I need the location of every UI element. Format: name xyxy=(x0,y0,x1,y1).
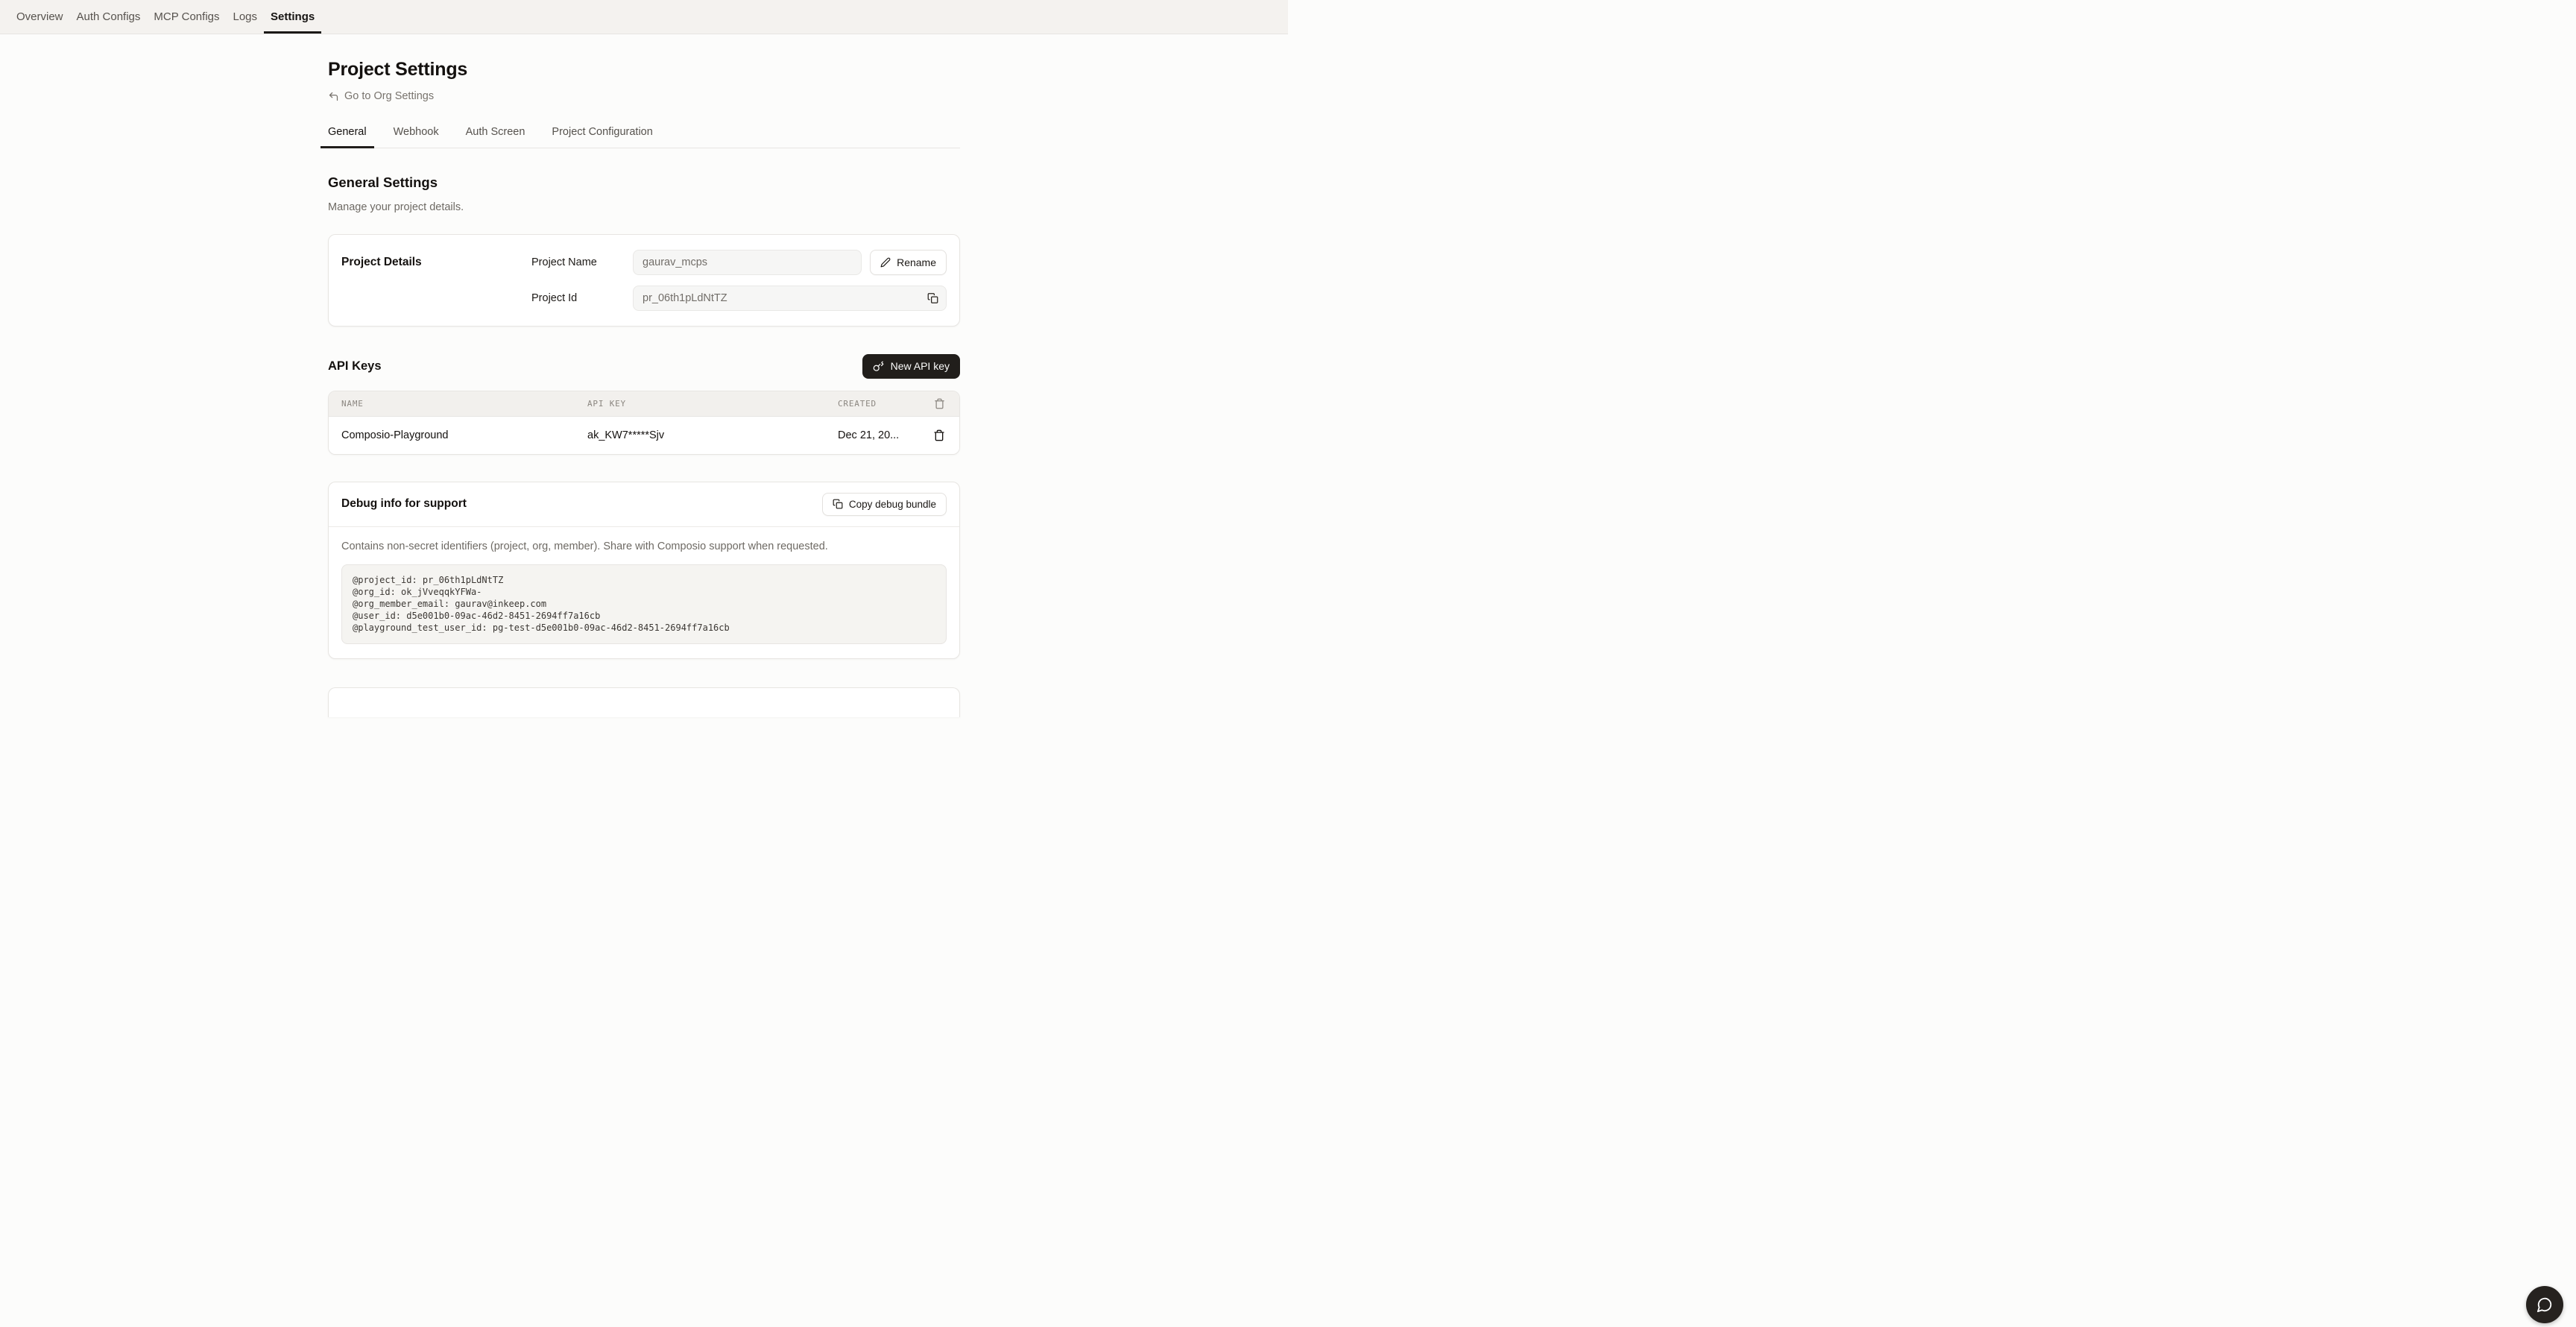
corner-up-left-icon xyxy=(328,91,339,102)
general-settings-heading: General Settings xyxy=(328,174,960,191)
project-name-label: Project Name xyxy=(531,256,633,268)
next-section-card-partial xyxy=(328,687,960,717)
project-details-fields: Project Name gaurav_mcps Rename Project … xyxy=(531,250,947,311)
debug-info-card: Debug info for support Copy debug bundle… xyxy=(328,482,960,659)
project-id-row: Project Id pr_06th1pLdNtTZ xyxy=(531,286,947,311)
tab-auth-screen[interactable]: Auth Screen xyxy=(458,126,533,148)
project-details-heading: Project Details xyxy=(341,250,531,311)
project-id-input[interactable]: pr_06th1pLdNtTZ xyxy=(633,286,947,311)
project-name-input[interactable]: gaurav_mcps xyxy=(633,250,862,275)
api-key-row: Composio-Playground ak_KW7*****Sjv Dec 2… xyxy=(329,417,959,454)
settings-tabs: General Webhook Auth Screen Project Conf… xyxy=(321,126,960,148)
api-keys-table: NAME API KEY CREATED Composio-Playground xyxy=(328,391,960,455)
general-settings-subheading: Manage your project details. xyxy=(328,201,960,213)
key-icon xyxy=(873,361,884,372)
tab-project-configuration[interactable]: Project Configuration xyxy=(544,126,660,148)
column-header-created: CREATED xyxy=(838,399,929,409)
project-id-value: pr_06th1pLdNtTZ xyxy=(643,292,727,304)
debug-info-header: Debug info for support Copy debug bundle xyxy=(329,482,959,527)
nav-tab-logs[interactable]: Logs xyxy=(227,0,265,34)
trash-icon xyxy=(934,398,945,409)
api-keys-table-header: NAME API KEY CREATED xyxy=(329,391,959,417)
go-to-org-settings-label: Go to Org Settings xyxy=(344,90,434,102)
rename-button-label: Rename xyxy=(897,256,936,268)
column-header-name: NAME xyxy=(341,399,587,409)
debug-info-body: Contains non-secret identifiers (project… xyxy=(329,527,959,658)
delete-api-key-button[interactable] xyxy=(932,428,947,443)
api-keys-heading: API Keys xyxy=(328,359,382,373)
rename-button[interactable]: Rename xyxy=(870,250,947,275)
copy-debug-bundle-label: Copy debug bundle xyxy=(849,499,936,510)
chat-support-button[interactable] xyxy=(2526,1286,2563,1323)
copy-icon xyxy=(833,499,843,509)
new-api-key-label: New API key xyxy=(891,360,950,372)
debug-code-block: @project_id: pr_06th1pLdNtTZ @org_id: ok… xyxy=(341,564,947,644)
api-key-created-date: Dec 21, 20... xyxy=(838,429,929,441)
copy-icon xyxy=(927,292,938,303)
debug-info-heading: Debug info for support xyxy=(341,497,467,511)
top-navigation: Overview Auth Configs MCP Configs Logs S… xyxy=(0,0,1288,34)
copy-project-id-button[interactable] xyxy=(927,292,938,303)
code-line-project-id: @project_id: pr_06th1pLdNtTZ xyxy=(353,574,935,586)
copy-debug-bundle-button[interactable]: Copy debug bundle xyxy=(822,493,947,516)
code-line-playground-test-user-id: @playground_test_user_id: pg-test-d5e001… xyxy=(353,622,935,634)
trash-icon xyxy=(933,429,945,441)
nav-tab-settings[interactable]: Settings xyxy=(264,0,321,34)
project-details-card: Project Details Project Name gaurav_mcps… xyxy=(328,234,960,327)
chat-bubble-icon xyxy=(2536,1296,2553,1313)
tab-general[interactable]: General xyxy=(321,126,374,148)
pencil-icon xyxy=(880,257,891,268)
new-api-key-button[interactable]: New API key xyxy=(862,354,960,379)
api-keys-header: API Keys New API key xyxy=(328,354,960,379)
api-key-name: Composio-Playground xyxy=(341,429,587,441)
main-content: Project Settings Go to Org Settings Gene… xyxy=(328,59,960,717)
code-line-org-id: @org_id: ok_jVveqqkYFWa- xyxy=(353,586,935,598)
nav-tab-overview[interactable]: Overview xyxy=(10,0,70,34)
header-delete-button[interactable] xyxy=(932,397,947,411)
nav-tab-mcp-configs[interactable]: MCP Configs xyxy=(147,0,226,34)
debug-info-description: Contains non-secret identifiers (project… xyxy=(341,540,947,552)
project-name-row: Project Name gaurav_mcps Rename xyxy=(531,250,947,275)
page-title: Project Settings xyxy=(328,59,960,81)
code-line-org-member-email: @org_member_email: gaurav@inkeep.com xyxy=(353,598,935,610)
api-key-masked-value: ak_KW7*****Sjv xyxy=(587,429,838,441)
code-line-user-id: @user_id: d5e001b0-09ac-46d2-8451-2694ff… xyxy=(353,610,935,622)
tab-webhook[interactable]: Webhook xyxy=(386,126,446,148)
column-header-api-key: API KEY xyxy=(587,399,838,409)
go-to-org-settings-link[interactable]: Go to Org Settings xyxy=(328,90,434,102)
project-id-label: Project Id xyxy=(531,292,633,304)
nav-tab-auth-configs[interactable]: Auth Configs xyxy=(70,0,148,34)
